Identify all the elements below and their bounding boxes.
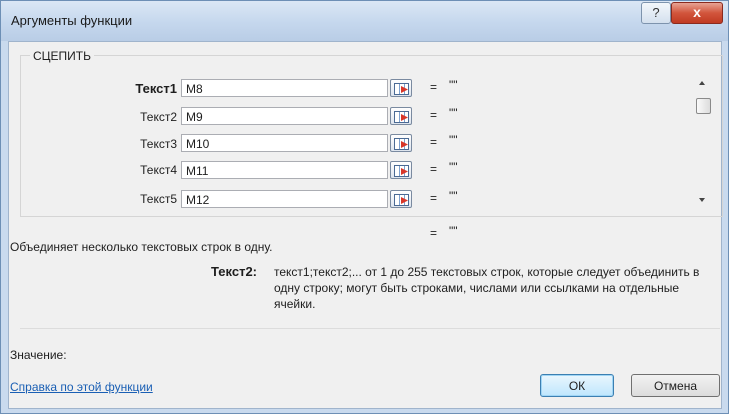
scroll-down-icon[interactable] bbox=[699, 198, 705, 202]
dialog-title: Аргументы функции bbox=[11, 13, 133, 28]
arguments-scrollbar[interactable] bbox=[688, 73, 718, 216]
argument-result: "" bbox=[449, 133, 458, 147]
scroll-up-icon[interactable] bbox=[699, 81, 705, 85]
close-button[interactable]: x bbox=[671, 2, 723, 24]
argument-input[interactable]: M8 bbox=[181, 79, 388, 97]
argument-help-text: текст1;текст2;... от 1 до 255 текстовых … bbox=[274, 265, 700, 311]
title-bar: Аргументы функции ? x bbox=[1, 1, 728, 41]
collapse-dialog-button[interactable] bbox=[390, 190, 412, 208]
equals-sign: = bbox=[430, 191, 438, 205]
equals-sign: = bbox=[430, 80, 438, 94]
argument-label: Текст1 bbox=[135, 81, 177, 96]
argument-label: Текст4 bbox=[140, 163, 177, 177]
equals-sign: = bbox=[430, 162, 438, 176]
value-label: Значение: bbox=[10, 348, 67, 362]
argument-input[interactable]: M12 bbox=[181, 190, 388, 208]
formula-result: "" bbox=[449, 224, 458, 238]
argument-result: "" bbox=[449, 189, 458, 203]
argument-input[interactable]: M10 bbox=[181, 134, 388, 152]
collapse-dialog-button[interactable] bbox=[390, 79, 412, 97]
collapse-dialog-button[interactable] bbox=[390, 134, 412, 152]
argument-result: "" bbox=[449, 106, 458, 120]
equals-sign: = bbox=[430, 108, 438, 122]
separator bbox=[20, 328, 720, 329]
collapse-dialog-button[interactable] bbox=[390, 161, 412, 179]
argument-result: "" bbox=[449, 160, 458, 174]
equals-sign: = bbox=[430, 226, 438, 240]
argument-label: Текст2 bbox=[140, 110, 177, 124]
argument-help-name: Текст2: bbox=[211, 264, 258, 279]
cancel-button[interactable]: Отмена bbox=[631, 374, 720, 397]
ok-button[interactable]: ОК bbox=[540, 374, 614, 397]
function-help-link[interactable]: Справка по этой функции bbox=[10, 380, 153, 394]
function-name: СЦЕПИТЬ bbox=[30, 49, 95, 63]
scroll-thumb[interactable] bbox=[696, 98, 711, 114]
argument-label: Текст5 bbox=[140, 192, 177, 206]
function-description: Объединяет несколько текстовых строк в о… bbox=[10, 240, 273, 254]
argument-label: Текст3 bbox=[140, 137, 177, 151]
argument-input[interactable]: M11 bbox=[181, 161, 388, 179]
equals-sign: = bbox=[430, 135, 438, 149]
help-button[interactable]: ? bbox=[641, 2, 671, 24]
collapse-dialog-button[interactable] bbox=[390, 107, 412, 125]
argument-input[interactable]: M9 bbox=[181, 107, 388, 125]
argument-result: "" bbox=[449, 78, 458, 92]
